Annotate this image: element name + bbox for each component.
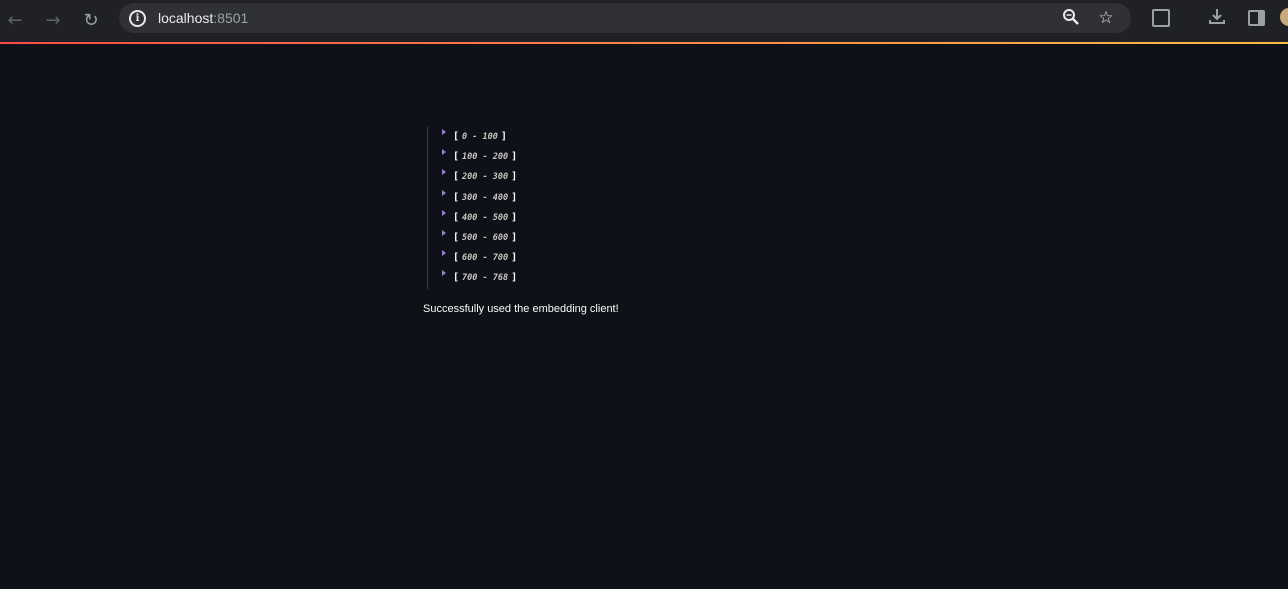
caret-right-icon[interactable] <box>442 209 446 216</box>
caret-right-icon[interactable] <box>442 250 446 257</box>
download-icon[interactable] <box>1206 7 1228 29</box>
app-header-decoration <box>0 42 1288 44</box>
browser-toolbar: ← → ↻ i localhost:8501 ☆ <box>0 0 1288 42</box>
arrow-left-icon: ← <box>7 10 23 31</box>
caret-right-icon[interactable] <box>442 129 446 135</box>
caret-right-icon[interactable] <box>442 189 446 196</box>
range-label: 200 - 300 <box>462 172 509 183</box>
reload-icon: ↻ <box>83 10 99 31</box>
url-port: :8501 <box>213 10 249 26</box>
url-host: localhost <box>158 10 214 26</box>
reload-button[interactable]: ↻ <box>78 8 104 34</box>
url-text[interactable]: localhost:8501 <box>158 9 248 27</box>
range-label: 700 - 768 <box>462 273 509 284</box>
success-message: Successfully used the embedding client! <box>423 303 619 315</box>
range-label: 600 - 700 <box>462 253 509 264</box>
caret-right-icon[interactable] <box>442 169 446 176</box>
bookmark-star-icon[interactable]: ☆ <box>1096 8 1116 28</box>
forward-button[interactable]: → <box>40 8 66 34</box>
site-info-icon[interactable]: i <box>129 10 146 27</box>
arrow-right-icon: → <box>45 10 61 31</box>
range-label: 300 - 400 <box>462 192 509 203</box>
range-label: 0 - 100 <box>462 132 498 142</box>
back-button[interactable]: ← <box>2 8 28 34</box>
range-label: 500 - 600 <box>462 232 509 243</box>
caret-right-icon[interactable] <box>442 149 446 156</box>
zoom-icon[interactable] <box>1061 8 1081 28</box>
range-label: 100 - 200 <box>462 152 509 163</box>
caret-right-icon[interactable] <box>442 270 446 277</box>
caret-right-icon[interactable] <box>442 229 446 236</box>
side-panel-icon[interactable] <box>1248 10 1265 26</box>
range-label: 400 - 500 <box>462 212 509 223</box>
profile-avatar[interactable] <box>1280 8 1288 26</box>
json-viewer: [0 - 100] [100 - 200] [200 - 300] [300 -… <box>427 127 517 289</box>
extensions-icon[interactable] <box>1152 9 1170 27</box>
address-bar[interactable]: i localhost:8501 ☆ <box>119 3 1131 33</box>
